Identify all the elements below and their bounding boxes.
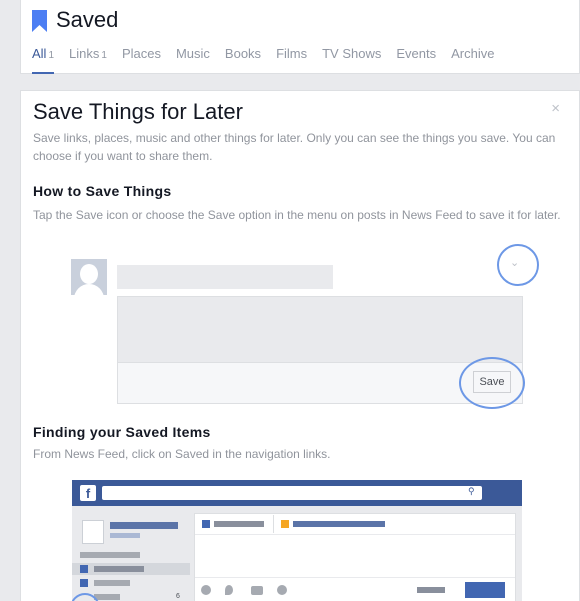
card-title: Save Things for Later xyxy=(33,99,243,124)
facebook-logo-icon: f xyxy=(80,485,96,501)
tab-bar: All 1 Links 1 Places Music Books Films TV … xyxy=(32,46,509,74)
tab-archive[interactable]: Archive xyxy=(451,46,494,74)
page-title: Saved xyxy=(56,7,119,32)
tab-films[interactable]: Films xyxy=(276,46,307,74)
finding-saved-heading: Finding your Saved Items xyxy=(33,424,211,440)
tab-events[interactable]: Events xyxy=(396,46,436,74)
mini-search-bar xyxy=(102,486,482,500)
save-things-card: × Save Things for Later Save links, plac… xyxy=(20,90,580,601)
tab-music[interactable]: Music xyxy=(176,46,210,74)
finding-saved-text: From News Feed, click on Saved in the na… xyxy=(33,447,331,461)
bookmark-icon xyxy=(32,10,47,32)
tab-all[interactable]: All 1 xyxy=(32,46,55,74)
chevron-down-icon: ⌄ xyxy=(510,257,520,269)
mini-top-bar: f ⚲ xyxy=(72,480,522,506)
tab-links[interactable]: Links 1 xyxy=(69,46,107,74)
tab-places[interactable]: Places xyxy=(122,46,161,74)
intro-text: Save links, places, music and other thin… xyxy=(33,131,556,163)
post-media-placeholder xyxy=(118,297,522,363)
avatar-placeholder xyxy=(71,259,107,295)
save-highlight-circle xyxy=(459,357,525,409)
news-feed-illustration: f ⚲ 6 xyxy=(72,480,522,601)
mini-composer xyxy=(194,513,516,601)
saved-header: Saved All 1 Links 1 Places Music Books Fil… xyxy=(20,0,580,74)
mini-count: 6 xyxy=(176,593,180,600)
close-icon[interactable]: × xyxy=(551,100,560,117)
how-to-save-heading: How to Save Things xyxy=(33,183,172,199)
search-icon: ⚲ xyxy=(468,486,475,496)
tab-books[interactable]: Books xyxy=(225,46,261,74)
mini-left-nav: 6 xyxy=(72,506,190,601)
name-placeholder xyxy=(117,265,333,289)
tab-tv-shows[interactable]: TV Shows xyxy=(322,46,381,74)
how-to-save-text: Tap the Save icon or choose the Save opt… xyxy=(33,208,561,222)
